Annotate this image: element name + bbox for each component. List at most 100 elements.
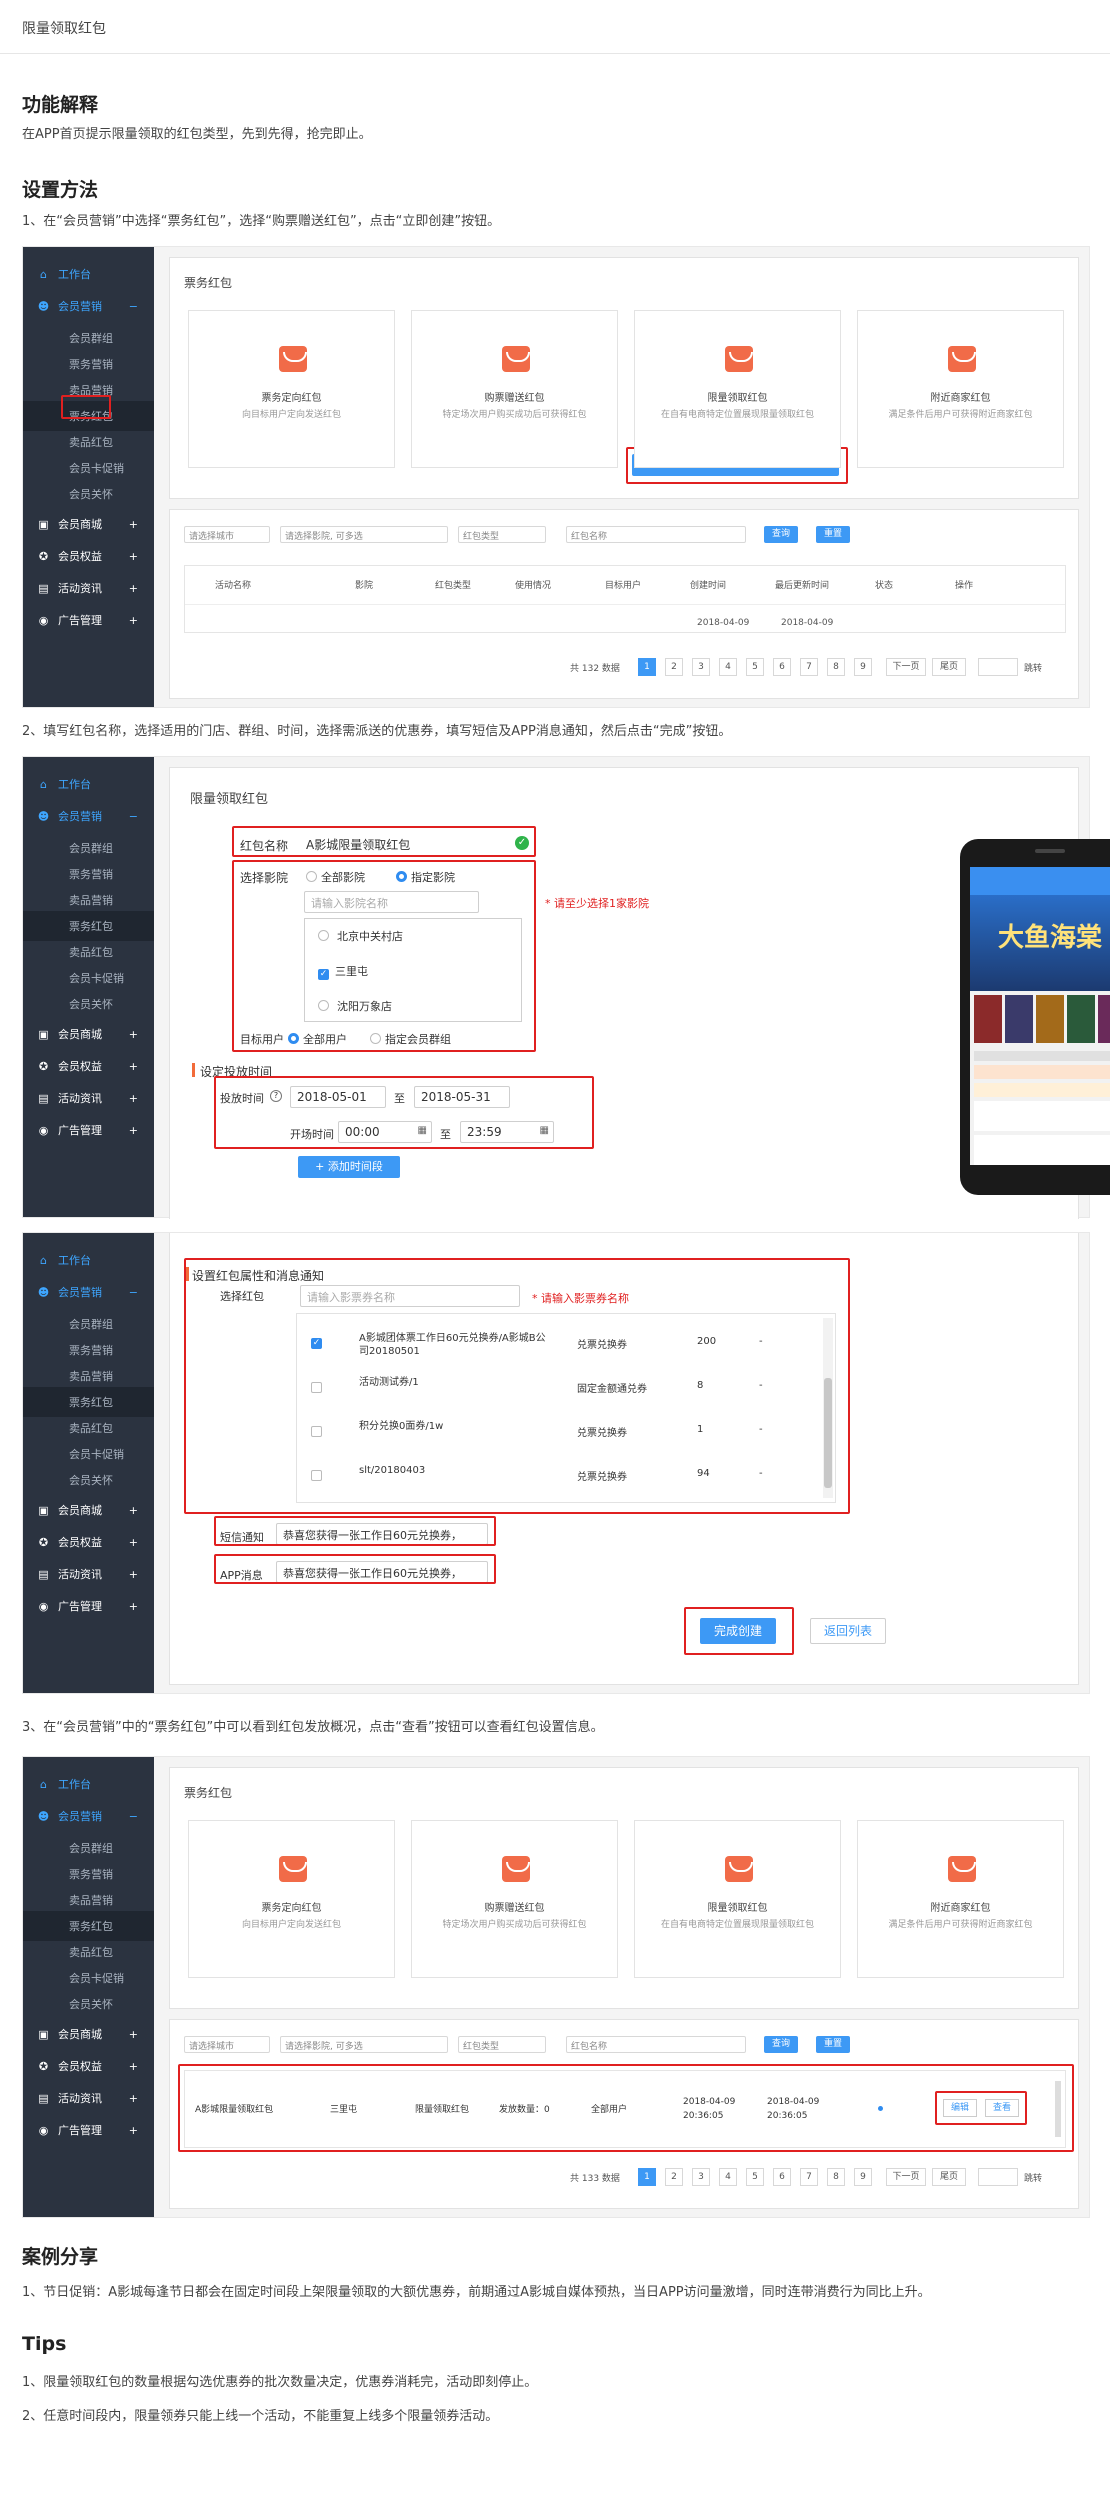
nav-label: 会员权益 [58,2060,102,2073]
page-button[interactable]: 6 [773,658,791,676]
last-page-button[interactable]: 尾页 [932,658,966,676]
filter-text: 请选择城市 [189,532,235,542]
page-button[interactable]: 2 [665,658,683,676]
page-button[interactable]: 2 [665,2168,683,2186]
panel-title: 票务红包 [184,276,233,290]
sidebar-sub-item[interactable]: 会员关怀 [23,479,154,509]
page-button[interactable]: 4 [719,658,737,676]
redpack-panel: 票务红包 立即创建 票务定向红包向目标用户定向发送红包购票赠送红包特定场次用户购… [169,257,1079,499]
redpack-card[interactable]: 票务定向红包 向目标用户定向发送红包 [188,310,395,468]
sidebar-item-group[interactable]: ▤ 活动资讯 + [23,1083,154,1113]
sidebar-item-group[interactable]: ▣ 会员商城 + [23,1495,154,1525]
sidebar-item-group[interactable]: ▣ 会员商城 + [23,509,154,539]
reset-button[interactable]: 重置 [816,2036,850,2053]
sidebar-item-group[interactable]: ✪ 会员权益 + [23,541,154,571]
pager-total: 共 132 数据 [570,664,620,674]
sidebar-item-home[interactable]: ⌂ 工作台 [23,769,154,799]
page-button[interactable]: 3 [692,2168,710,2186]
nav-label: 卖品营销 [69,1370,113,1383]
page-button[interactable]: 1 [638,2168,656,2186]
page-button[interactable]: 1 [638,658,656,676]
sidebar-item-group[interactable]: ▣ 会员商城 + [23,1019,154,1049]
page-button[interactable]: 5 [746,658,764,676]
sidebar-item-group[interactable]: ◉ 广告管理 + [23,1115,154,1145]
heading-setup: 设置方法 [22,179,99,201]
table-header: 红包类型 [435,581,472,591]
sidebar-item-group[interactable]: ✪ 会员权益 + [23,1051,154,1081]
city-select[interactable]: 请选择城市 [184,2036,270,2053]
type-select[interactable]: 红包类型 [458,526,546,543]
page-jump-input[interactable] [978,2168,1018,2186]
page-button[interactable]: 8 [827,2168,845,2186]
sidebar-item-group[interactable]: ◉ 广告管理 + [23,2115,154,2145]
page-button[interactable]: 7 [800,658,818,676]
sidebar-sub-item[interactable]: 会员关怀 [23,1989,154,2019]
nav-label: 卖品营销 [69,1894,113,1907]
search-button[interactable]: 查询 [764,526,798,543]
highlight-done [684,1607,794,1655]
redpack-card[interactable]: 票务定向红包 向目标用户定向发送红包 [188,1820,395,1978]
list-panel: 2018-04-09 2018-04-09 活动名称 影院 红包类型 使用情况 目标用户… [169,509,1079,699]
sidebar-item-marketing[interactable]: ☻ 会员营销 − [23,1801,154,1831]
name-input[interactable]: 红包名称 [566,526,746,543]
redpack-card[interactable]: 限量领取红包 在自有电商特定位置展现限量领取红包 [634,1820,841,1978]
minus-icon: − [128,1285,138,1299]
sidebar-item-home[interactable]: ⌂ 工作台 [23,1245,154,1275]
cinema-select[interactable]: 请选择影院, 可多选 [280,2036,448,2053]
plus-icon: + [128,1027,138,1041]
sidebar-sub-item[interactable]: 会员关怀 [23,989,154,1019]
sidebar-item-marketing[interactable]: ☻ 会员营销 − [23,1277,154,1307]
page-jump-input[interactable] [978,658,1018,676]
page-button[interactable]: 3 [692,658,710,676]
sidebar-item-group[interactable]: ✪ 会员权益 + [23,2051,154,2081]
city-select[interactable]: 请选择城市 [184,526,270,543]
reset-button[interactable]: 重置 [816,526,850,543]
redpack-card[interactable]: 购票赠送红包 特定场次用户购买成功后可获得红包 [411,310,618,468]
add-time-button[interactable]: + 添加时间段 [298,1156,400,1178]
redpack-icon [725,346,753,372]
sidebar-item-home[interactable]: ⌂ 工作台 [23,259,154,289]
search-button[interactable]: 查询 [764,2036,798,2053]
redpack-card[interactable]: 限量领取红包 在自有电商特定位置展现限量领取红包 [634,310,841,468]
page-button[interactable]: 9 [854,658,872,676]
redpack-card[interactable]: 附近商家红包 满足条件后用户可获得附近商家红包 [857,1820,1064,1978]
next-page-button[interactable]: 下一页 [886,658,926,676]
page-button[interactable]: 6 [773,2168,791,2186]
sidebar-item-marketing[interactable]: ☻ 会员营销 − [23,801,154,831]
page-button[interactable]: 5 [746,2168,764,2186]
cinema-select[interactable]: 请选择影院, 可多选 [280,526,448,543]
redpack-card[interactable]: 附近商家红包 满足条件后用户可获得附近商家红包 [857,310,1064,468]
sidebar-item-group[interactable]: ✪ 会员权益 + [23,1527,154,1557]
nav-label: 会员卡促销 [69,1448,124,1461]
screenshot-2: ⌂ 工作台 ☻ 会员营销 − 会员群组 票务营销 卖品营销 票务红包 卖品红包 会员卡促销 会员关怀 ▣… [22,756,1110,1219]
type-select[interactable]: 红包类型 [458,2036,546,2053]
highlight-coupon [184,1258,850,1514]
nav-label: 活动资讯 [58,582,102,595]
sidebar-item-group[interactable]: ◉ 广告管理 + [23,605,154,635]
plus-icon: + [128,1599,138,1613]
back-button[interactable]: 返回列表 [810,1618,886,1644]
jump-button[interactable]: 跳转 [1024,661,1042,674]
sidebar-item-group[interactable]: ▤ 活动资讯 + [23,573,154,603]
sidebar-sub-item[interactable]: 会员关怀 [23,1465,154,1495]
redpack-card[interactable]: 购票赠送红包 特定场次用户购买成功后可获得红包 [411,1820,618,1978]
nav-icon: ▣ [38,1503,49,1517]
sidebar-item-marketing[interactable]: ☻ 会员营销 − [23,291,154,321]
plus-icon: + [128,2091,138,2105]
plus-icon: + [128,1123,138,1137]
sidebar-item-group[interactable]: ▣ 会员商城 + [23,2019,154,2049]
sidebar-item-home[interactable]: ⌂ 工作台 [23,1769,154,1799]
page-button[interactable]: 9 [854,2168,872,2186]
sidebar-item-group[interactable]: ▤ 活动资讯 + [23,2083,154,2113]
last-page-button[interactable]: 尾页 [932,2168,966,2186]
name-input[interactable]: 红包名称 [566,2036,746,2053]
sidebar-item-group[interactable]: ▤ 活动资讯 + [23,1559,154,1589]
sidebar-item-group[interactable]: ◉ 广告管理 + [23,1591,154,1621]
page-button[interactable]: 7 [800,2168,818,2186]
minus-icon: − [128,809,138,823]
jump-button[interactable]: 跳转 [1024,2171,1042,2184]
next-page-button[interactable]: 下一页 [886,2168,926,2186]
page-button[interactable]: 4 [719,2168,737,2186]
nav-label: 会员权益 [58,550,102,563]
page-button[interactable]: 8 [827,658,845,676]
